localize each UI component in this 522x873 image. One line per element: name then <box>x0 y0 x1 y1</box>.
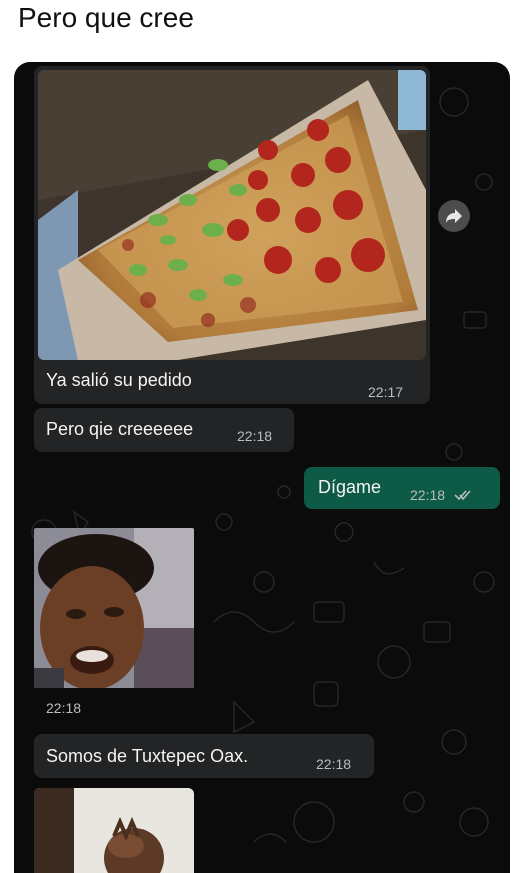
message-timestamp: 22:18 <box>237 428 273 444</box>
incoming-image-message[interactable]: Ya salió su pedido 22:17 <box>34 66 430 404</box>
chat-screenshot: Ya salió su pedido 22:17 Pero qie creeee… <box>14 62 510 873</box>
crying-child-photo[interactable] <box>34 528 194 688</box>
incoming-text-message[interactable]: Somos de Tuxtepec Oax. 22:18 <box>34 734 374 778</box>
message-timestamp: 22:17 <box>368 384 404 400</box>
forward-button[interactable] <box>438 200 470 232</box>
post-caption: Pero que cree <box>18 2 194 33</box>
message-text: Ya salió su pedido <box>46 370 192 390</box>
message-timestamp: 22:18 <box>410 487 446 503</box>
incoming-text-message[interactable]: Pero qie creeeeee 22:18 <box>34 408 294 452</box>
message-timestamp: 22:18 <box>46 700 82 716</box>
child-covering-face-photo[interactable] <box>34 788 194 873</box>
message-text: Somos de Tuxtepec Oax. <box>46 746 249 766</box>
message-timestamp: 22:18 <box>316 756 352 772</box>
incoming-image-message[interactable]: 22:18 <box>32 524 196 724</box>
pizza-image-svg <box>38 70 426 360</box>
message-text: Dígame <box>318 477 382 497</box>
double-check-icon <box>454 490 471 501</box>
share-forward-icon <box>446 209 462 223</box>
message-text: Pero qie creeeeee <box>46 419 194 439</box>
pizza-photo[interactable] <box>38 70 426 360</box>
crying-child-image-svg <box>34 528 194 688</box>
outgoing-text-message[interactable]: Dígame 22:18 <box>304 467 500 509</box>
child-covering-face-image-svg <box>34 788 194 873</box>
